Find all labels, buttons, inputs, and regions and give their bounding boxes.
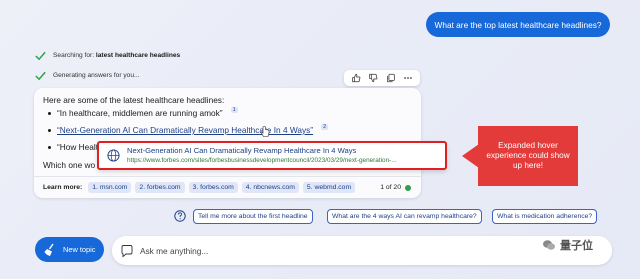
status-query: latest healthcare headlines [95,52,181,59]
headline-link[interactable]: “Next-Generation AI Can Dramatically Rev… [57,125,313,135]
list-item: “How Healt [48,142,98,152]
new-topic-button[interactable]: New topic [35,237,104,262]
learn-more-bar: Learn more: 1. msn.com 2. forbes.com 3. … [34,176,421,198]
new-topic-label: New topic [63,245,96,254]
source-chip[interactable]: 4. nbcnews.com [241,182,299,193]
more-options-icon[interactable] [403,73,413,83]
learn-more-label: Learn more: [43,184,83,191]
response-action-bar [344,70,420,86]
thumbs-down-icon[interactable] [368,73,378,83]
status-generating: Generating answers for you... [34,69,140,82]
citation-badge[interactable]: 2 [321,124,329,130]
headline-text: “How Healt [57,142,99,152]
headline-text: “In healthcare, middlemen are running am… [57,108,223,118]
status-searching: Searching for: latest healthcare headlin… [34,49,180,62]
bullet-dot [48,145,51,149]
response-count-text: 1 of 20 [380,184,401,191]
annotation-callout: Expanded hover experience could show up … [478,126,578,186]
question-icon [174,210,186,222]
chat-input-bar[interactable] [112,236,612,265]
list-item: “In healthcare, middlemen are running am… [48,107,238,118]
link-hover-preview[interactable]: Next-Generation AI Can Dramatically Reva… [97,141,447,170]
source-chip[interactable]: 5. webmd.com [302,182,356,193]
status-prefix: Searching for: [53,52,96,59]
bullet-dot [48,111,51,115]
copy-icon[interactable] [386,73,396,83]
suggestion-chip[interactable]: What are the 4 ways AI can revamp health… [327,209,482,224]
hand-cursor-icon [260,126,270,137]
watermark-text: 量子位 [560,240,593,252]
suggestion-chip[interactable]: What is medication adherence? [492,209,598,224]
status-dot-icon [405,184,411,191]
thumbs-up-icon[interactable] [351,73,361,83]
bullet-dot [48,128,51,132]
source-chip[interactable]: 3. forbes.com [188,182,238,193]
broom-icon [44,243,54,256]
citation-badge[interactable]: 1 [230,107,238,113]
checkmark-icon [35,71,46,81]
hover-preview-title[interactable]: Next-Generation AI Can Dramatically Reva… [127,146,356,155]
wechat-logo-icon [543,240,555,250]
chat-input[interactable] [140,245,340,256]
watermark: 量子位 [542,237,593,253]
user-message-bubble: What are the top latest healthcare headl… [426,12,610,37]
response-count: 1 of 20 [380,184,411,191]
source-chip[interactable]: 2. forbes.com [135,182,185,193]
callout-arrow [462,144,479,168]
chat-bubble-icon [121,244,133,257]
globe-icon [107,149,120,162]
hover-preview-url: https://www.forbes.com/sites/forbesbusin… [127,157,397,164]
response-followup-text: Which one wo [43,160,96,170]
status-text: Generating answers for you... [53,72,140,79]
source-chip[interactable]: 1. msn.com [88,182,132,193]
response-intro: Here are some of the latest healthcare h… [43,95,225,105]
suggestion-chip[interactable]: Tell me more about the first headline [193,209,313,224]
checkmark-icon [35,51,46,61]
list-item: “Next-Generation AI Can Dramatically Rev… [48,124,329,135]
